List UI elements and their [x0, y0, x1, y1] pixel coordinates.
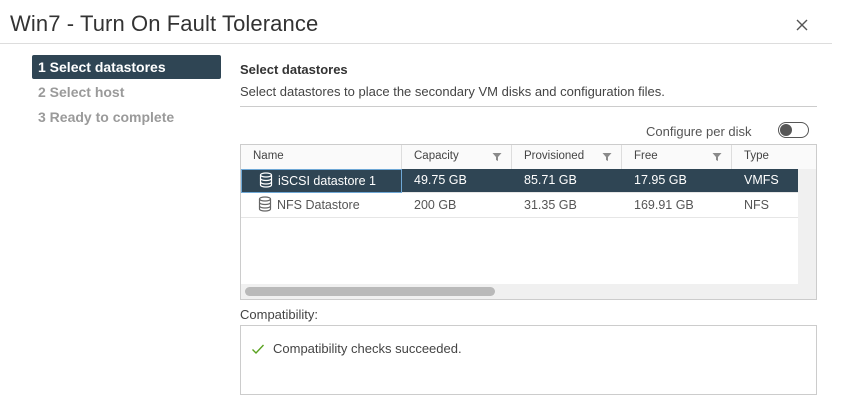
- scrollbar-thumb[interactable]: [245, 287, 495, 296]
- cell-name: iSCSI datastore 1: [241, 169, 402, 193]
- column-header-free[interactable]: Free: [622, 145, 732, 169]
- filter-icon[interactable]: [492, 152, 502, 162]
- datastore-icon: [258, 196, 272, 212]
- header-divider: [0, 43, 832, 44]
- step-select-datastores[interactable]: 1 Select datastores: [32, 55, 221, 79]
- column-header-type[interactable]: Type: [732, 145, 816, 169]
- compatibility-panel: Compatibility checks succeeded.: [240, 325, 817, 395]
- compatibility-message: Compatibility checks succeeded.: [273, 341, 462, 356]
- datastore-icon: [259, 172, 273, 188]
- wizard-steps: 1 Select datastores 2 Select host 3 Read…: [32, 55, 221, 130]
- close-icon[interactable]: [795, 18, 809, 32]
- datastore-name: iSCSI datastore 1: [278, 174, 376, 188]
- section-title: Select datastores: [240, 62, 348, 77]
- step-ready-to-complete[interactable]: 3 Ready to complete: [32, 105, 221, 129]
- grid-header: Name Capacity Provisioned Free Type: [241, 145, 816, 170]
- vertical-scrollbar[interactable]: [798, 169, 816, 284]
- column-header-capacity[interactable]: Capacity: [402, 145, 512, 169]
- table-row[interactable]: iSCSI datastore 1 49.75 GB 85.71 GB 17.9…: [241, 169, 798, 193]
- column-label: Free: [634, 150, 658, 162]
- cell-provisioned: 31.35 GB: [524, 198, 577, 212]
- column-label: Capacity: [414, 150, 459, 162]
- column-label: Provisioned: [524, 150, 585, 162]
- section-description: Select datastores to place the secondary…: [240, 84, 665, 99]
- column-header-provisioned[interactable]: Provisioned: [512, 145, 622, 169]
- column-label: Name: [253, 150, 284, 162]
- toggle-knob: [780, 123, 792, 136]
- filter-icon[interactable]: [712, 152, 722, 162]
- table-row[interactable]: NFS Datastore 200 GB 31.35 GB 169.91 GB …: [241, 194, 798, 218]
- datastore-grid: Name Capacity Provisioned Free Type iSCS…: [240, 144, 817, 300]
- section-divider: [240, 106, 817, 107]
- datastore-name: NFS Datastore: [277, 198, 360, 212]
- cell-type: VMFS: [744, 173, 779, 187]
- cell-free: 17.95 GB: [634, 173, 687, 187]
- column-header-name[interactable]: Name: [241, 145, 402, 169]
- check-icon: [252, 344, 265, 355]
- cell-type: NFS: [744, 198, 769, 212]
- cell-capacity: 200 GB: [414, 198, 457, 212]
- compatibility-label: Compatibility:: [240, 307, 319, 322]
- cell-capacity: 49.75 GB: [414, 173, 467, 187]
- horizontal-scrollbar[interactable]: [241, 284, 816, 299]
- column-label: Type: [744, 150, 769, 162]
- dialog-title: Win7 - Turn On Fault Tolerance: [10, 11, 319, 36]
- cell-name: NFS Datastore: [241, 194, 402, 217]
- step-select-host[interactable]: 2 Select host: [32, 80, 221, 104]
- cell-provisioned: 85.71 GB: [524, 173, 577, 187]
- cell-free: 169.91 GB: [634, 198, 694, 212]
- configure-per-disk-toggle[interactable]: [778, 122, 809, 138]
- filter-icon[interactable]: [602, 152, 612, 162]
- configure-per-disk-label: Configure per disk: [646, 124, 752, 139]
